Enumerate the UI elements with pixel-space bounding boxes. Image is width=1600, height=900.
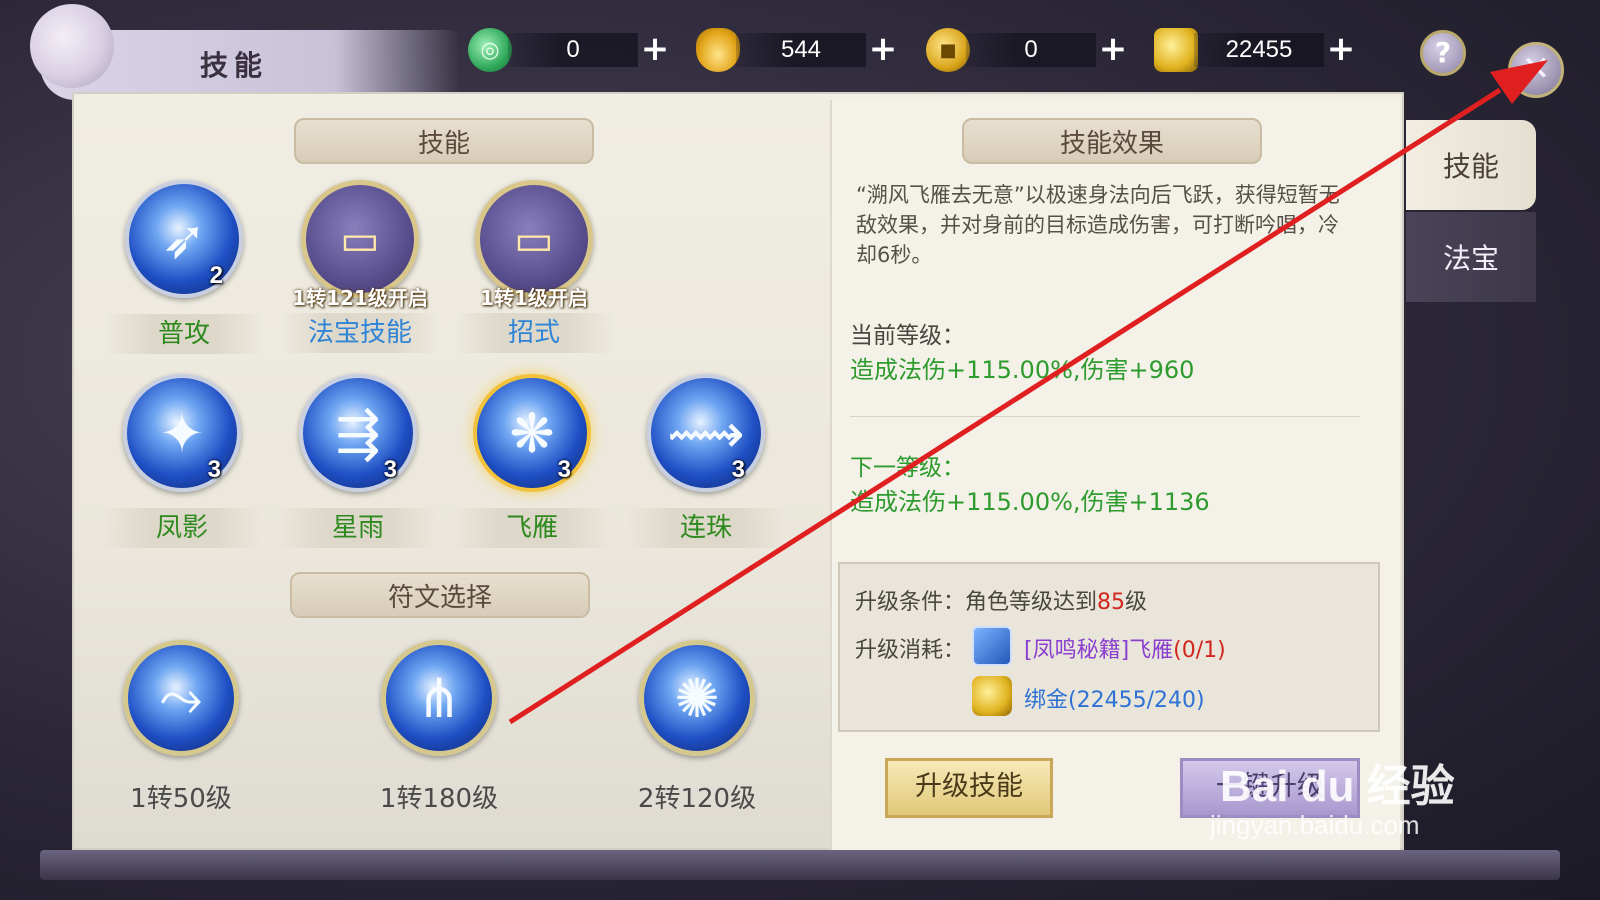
- watermark-url: jingyan.baidu.com: [1210, 810, 1420, 840]
- watermark-logo: Bai du 经验: [1220, 762, 1455, 811]
